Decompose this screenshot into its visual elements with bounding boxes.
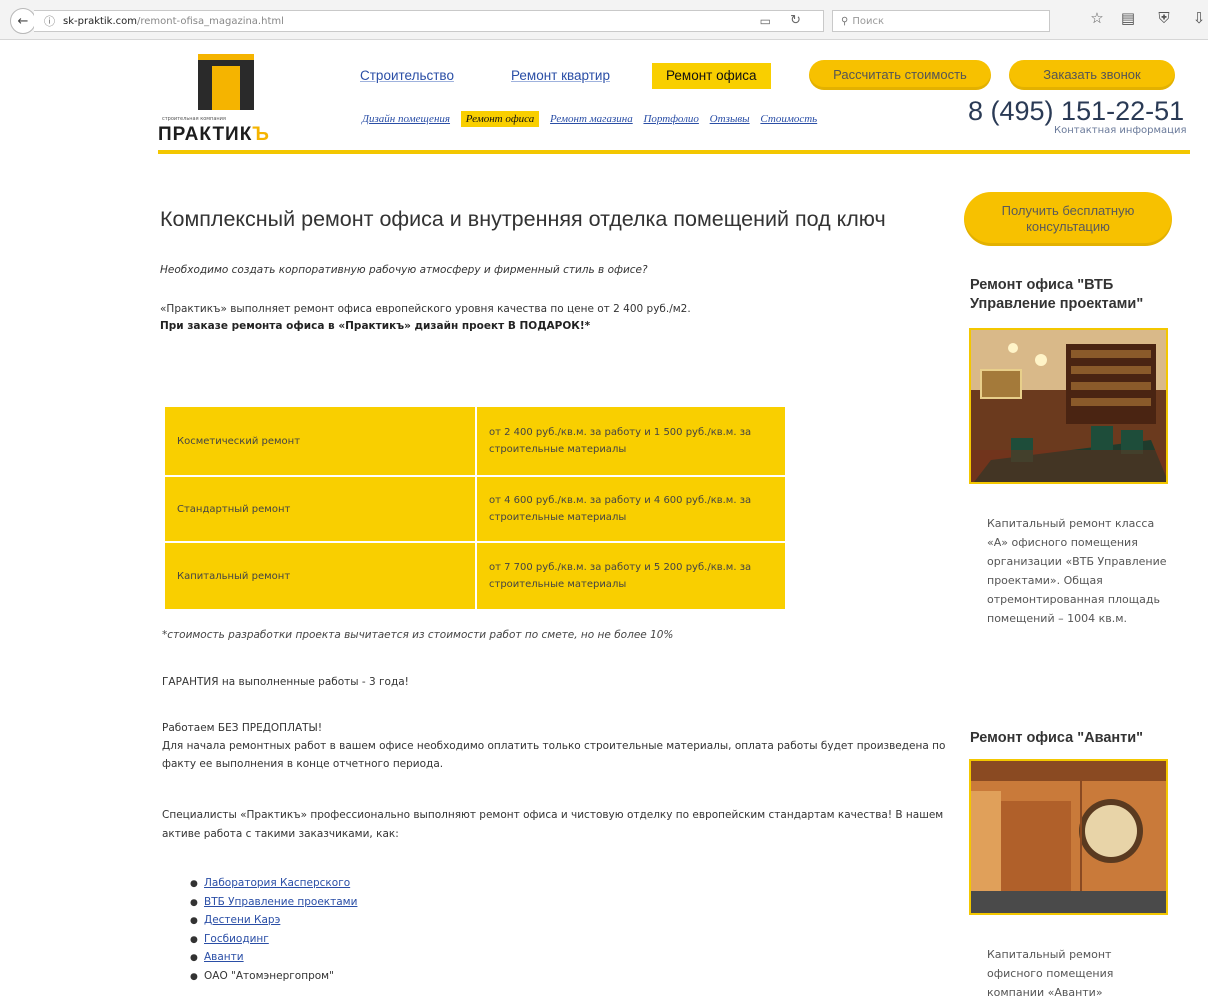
no-prepayment-title: Работаем БЕЗ ПРЕДОПЛАТЫ! [162, 722, 323, 734]
subnav-office-repair[interactable]: Ремонт офиса [460, 111, 540, 127]
list-item: ● Дестени Карэ [190, 914, 281, 926]
subnav-cost[interactable]: Стоимость [760, 113, 817, 125]
clients-list: ● Лаборатория Касперского ● ВТБ Управление… [190, 874, 357, 985]
no-prepayment-text: Для начала ремонтных работ в вашем офисе… [162, 740, 946, 770]
client-link[interactable]: Лаборатория Касперского [204, 877, 350, 889]
info-icon[interactable]: ⓘ [44, 13, 55, 29]
phone-number[interactable]: 8 (495) 151-22-51 [968, 96, 1184, 127]
search-icon: ⚲ [841, 15, 849, 27]
repair-type-cell: Стандартный ремонт [165, 475, 477, 541]
free-consultation-button[interactable]: Получить бесплатную консультацию [964, 192, 1172, 246]
project-title[interactable]: Ремонт офиса "ВТБ Управление проектами" [970, 276, 1170, 314]
calculate-cost-button[interactable]: Рассчитать стоимость [809, 60, 991, 90]
list-item: ● Госбиодинг [190, 932, 269, 945]
repair-price-cell: от 2 400 руб./кв.м. за работу и 1 500 ру… [477, 407, 785, 475]
back-arrow-icon[interactable]: ← [10, 8, 36, 34]
pocket-icon[interactable]: ⛨ [1153, 9, 1175, 27]
search-placeholder: Поиск [852, 15, 885, 27]
guarantee-text: ГАРАНТИЯ на выполненные работы - 3 года! [162, 676, 409, 688]
url-host: sk-praktik.com [63, 15, 138, 27]
table-row: Капитальный ремонт от 7 700 руб./кв.м. з… [165, 541, 785, 609]
table-row: Косметический ремонт от 2 400 руб./кв.м.… [165, 407, 785, 475]
contacts-link[interactable]: Контактная информация [1054, 125, 1186, 136]
repair-type-cell: Капитальный ремонт [165, 541, 477, 609]
logo-tagline: строительная компания [162, 116, 226, 122]
client-link[interactable]: Госбиодинг [204, 933, 269, 945]
nav-apartment-repair[interactable]: Ремонт квартир [511, 63, 610, 89]
order-callback-button[interactable]: Заказать звонок [1009, 60, 1175, 90]
subnav-design[interactable]: Дизайн помещения [362, 113, 450, 125]
nav-office-repair[interactable]: Ремонт офиса [652, 63, 771, 89]
reading-list-icon[interactable]: ▤ [1117, 9, 1139, 27]
list-item: ● ВТБ Управление проектами [190, 895, 358, 908]
repair-price-cell: от 4 600 руб./кв.м. за работу и 4 600 ру… [477, 475, 785, 541]
list-item: ● Лаборатория Касперского [190, 877, 351, 889]
specialists-text: Специалисты «Практикъ» профессионально в… [162, 809, 944, 840]
price-table: Косметический ремонт от 2 400 руб./кв.м.… [165, 407, 785, 609]
browser-toolbar: ← ⓘ sk-praktik.com/remont-ofisa_magazina… [0, 0, 1208, 40]
site-logo[interactable]: строительная компания ПРАКТИКЪ [158, 54, 288, 154]
list-item: ● Аванти [190, 951, 244, 963]
footnote-text: *стоимость разработки проекта вычитается… [162, 629, 674, 641]
intro-text: «Практикъ» выполняет ремонт офиса европе… [160, 303, 691, 315]
list-item: ● ОАО "Атомэнергопром" [190, 969, 334, 982]
reload-icon[interactable]: ↻ [790, 13, 801, 28]
repair-type-cell: Косметический ремонт [165, 407, 477, 475]
client-link[interactable]: Аванти [204, 951, 244, 963]
project-description: Капитальный ремонт класса «А» офисного п… [987, 517, 1167, 625]
download-icon[interactable]: ⇩ [1188, 9, 1208, 27]
promo-text: При заказе ремонта офиса в «Практикъ» ди… [160, 320, 591, 332]
logo-wordmark: ПРАКТИКЪ [158, 124, 270, 145]
subnav-shop-repair[interactable]: Ремонт магазина [550, 113, 633, 125]
logo-mark-icon [198, 54, 254, 110]
header-divider [158, 150, 1190, 154]
address-bar[interactable]: ⓘ sk-praktik.com/remont-ofisa_magazina.h… [34, 10, 824, 32]
subnav-portfolio[interactable]: Портфолио [643, 113, 698, 125]
bookmark-star-icon[interactable]: ☆ [1086, 9, 1108, 27]
client-link[interactable]: ВТБ Управление проектами [204, 896, 357, 908]
sub-navigation: Дизайн помещения Ремонт офиса Ремонт маг… [362, 109, 825, 129]
client-link[interactable]: Дестени Карэ [204, 914, 280, 926]
client-name: ОАО "Атомэнергопром" [204, 969, 334, 982]
page-title: Комплексный ремонт офиса и внутренняя от… [160, 207, 886, 231]
office-photo-image [971, 330, 1166, 482]
office-photo-image [971, 761, 1166, 913]
project-description: Капитальный ремонт офисного помещения ко… [987, 948, 1114, 999]
project-photo-vtb[interactable] [969, 328, 1168, 484]
subnav-reviews[interactable]: Отзывы [710, 113, 750, 125]
project-title[interactable]: Ремонт офиса "Аванти" [970, 729, 1143, 748]
search-input[interactable]: ⚲ Поиск [832, 10, 1050, 32]
repair-price-cell: от 7 700 руб./кв.м. за работу и 5 200 ру… [477, 541, 785, 609]
main-content: Комплексный ремонт офиса и внутренняя от… [160, 205, 950, 335]
url-path: /remont-ofisa_magazina.html [137, 15, 284, 27]
project-photo-avanti[interactable] [969, 759, 1168, 915]
table-row: Стандартный ремонт от 4 600 руб./кв.м. з… [165, 475, 785, 541]
reader-view-icon[interactable]: ▭ [760, 14, 771, 28]
lead-text: Необходимо создать корпоративную рабочую… [160, 264, 648, 276]
nav-construction[interactable]: Строительство [360, 63, 454, 89]
no-prepayment-block: Работаем БЕЗ ПРЕДОПЛАТЫ! Для начала ремо… [162, 719, 952, 773]
